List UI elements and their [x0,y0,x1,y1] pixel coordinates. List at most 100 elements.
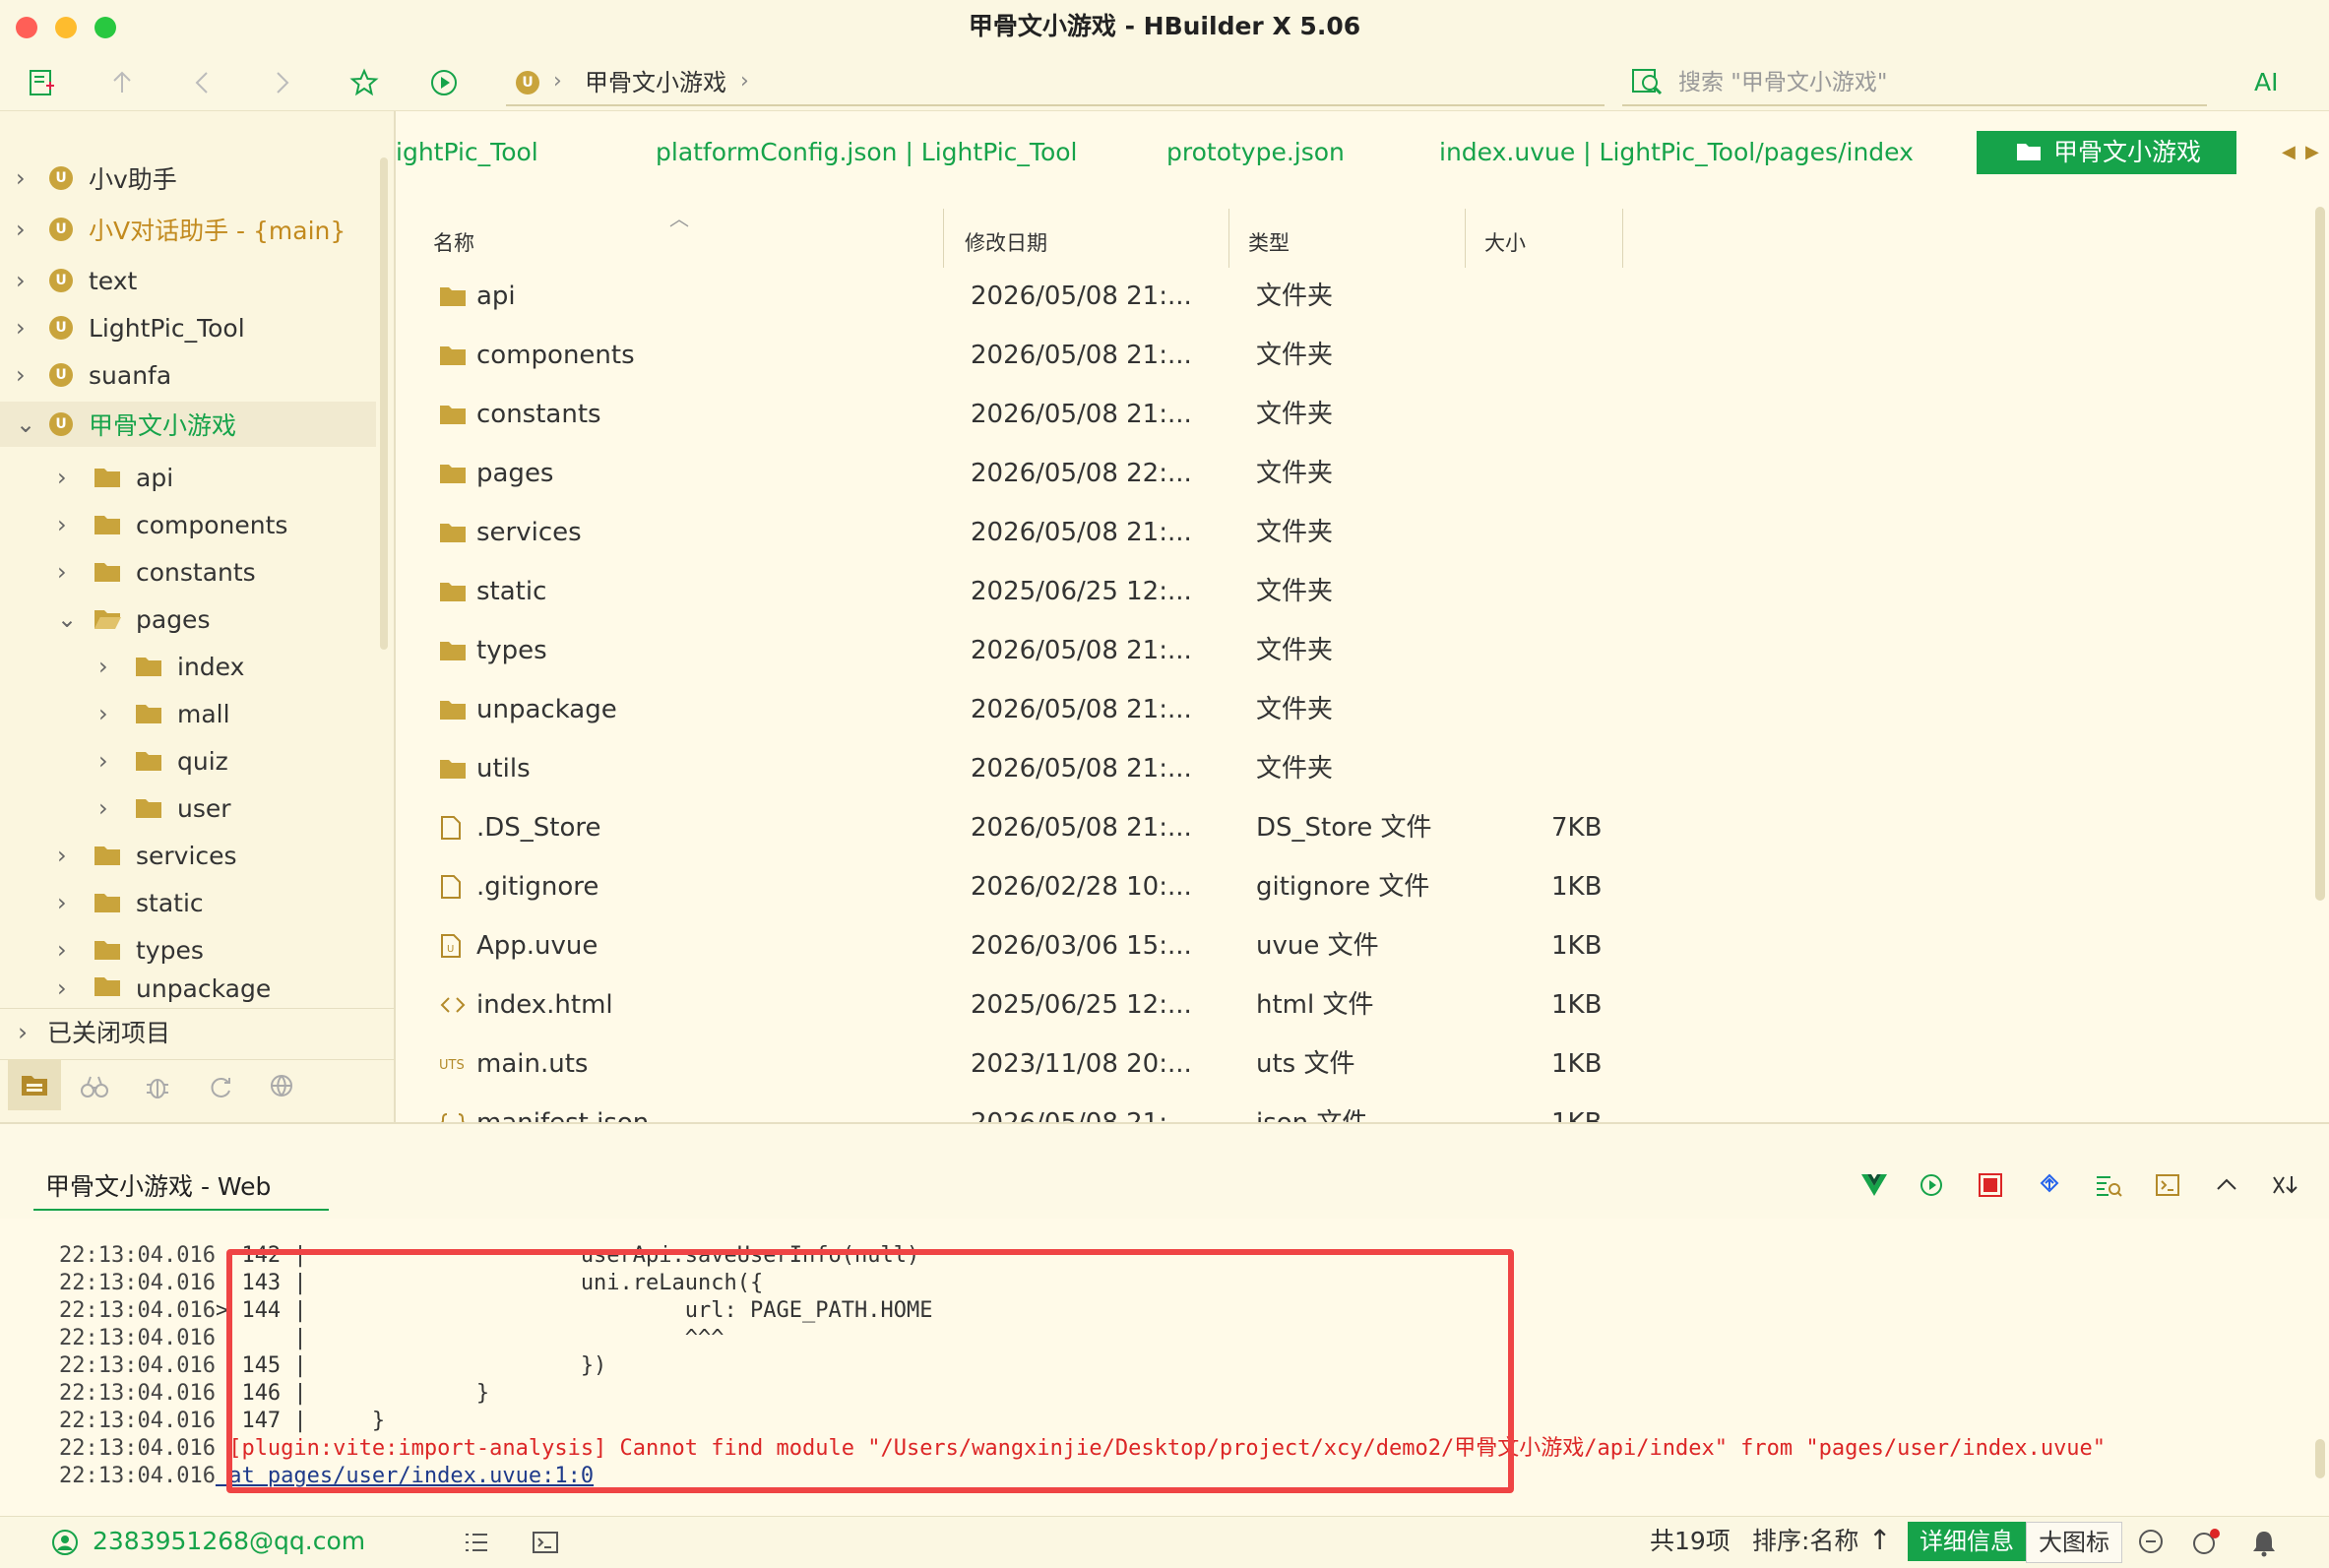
chevron-right-icon[interactable]: › [57,464,81,491]
chevron-right-icon[interactable]: › [98,747,122,775]
chevron-right-icon[interactable]: › [16,216,39,243]
sidebar-project-item[interactable]: › U LightPic_Tool [0,305,376,350]
git-sync-icon[interactable] [201,1067,240,1106]
sidebar-folder-item[interactable]: › components [0,502,376,547]
sidebar-project-item[interactable]: › Usuanfa [0,352,376,398]
new-file-icon[interactable] [22,63,61,102]
column-size-header[interactable]: 大小 [1484,219,1526,268]
sort-selector[interactable]: 排序:名称 [1752,1524,1858,1559]
sidebar-folder-item[interactable]: › constants [0,549,376,595]
project-manager-tab-icon[interactable] [8,1059,61,1110]
chevron-right-icon[interactable]: › [98,700,122,727]
chevron-right-icon[interactable]: › [98,653,122,680]
sidebar-folder-item[interactable]: ⌄ pages [0,596,376,642]
column-separator[interactable] [1465,209,1466,268]
chevron-right-icon[interactable]: › [16,267,39,294]
chat-icon[interactable] [2136,1528,2166,1561]
file-row[interactable]: types 2026/05/08 21:... 文件夹 [433,621,1644,680]
chevron-right-icon[interactable]: › [16,314,39,342]
sidebar-project-item[interactable]: ⌄ U 甲骨文小游戏 [0,402,376,447]
file-row[interactable]: U App.uvue 2026/03/06 15:... uvue 文件 1KB [433,916,1644,975]
editor-tab[interactable]: index.uvue | LightPic_Tool/pages/index [1439,131,1914,174]
tab-scroll-left-icon[interactable]: ◀ [2282,142,2296,162]
file-row[interactable]: UTS main.uts 2023/11/08 20:... uts 文件 1KB [433,1035,1644,1094]
chevron-right-icon[interactable]: › [57,558,81,586]
binoculars-icon[interactable] [75,1067,114,1106]
file-row[interactable]: .gitignore 2026/02/28 10:... gitignore 文件 1… [433,857,1644,916]
file-row[interactable]: index.html 2025/06/25 12:... html 文件 1KB [433,975,1644,1035]
column-type-header[interactable]: 类型 [1248,219,1290,268]
star-icon[interactable] [345,63,384,102]
chevron-right-icon[interactable]: › [16,361,39,389]
run-icon[interactable] [424,63,464,102]
list-icon[interactable] [463,1530,490,1559]
terminal-icon[interactable] [2150,1167,2185,1203]
up-arrow-icon[interactable] [102,63,142,102]
chevron-right-icon[interactable]: › [57,974,81,1002]
file-row[interactable]: unpackage 2026/05/08 21:... 文件夹 [433,680,1644,739]
console-tab[interactable]: 甲骨文小游戏 - Web [45,1167,271,1203]
debug-bug-icon[interactable] [138,1067,177,1106]
detail-view-button[interactable]: 详细信息 [1908,1522,2026,1561]
chevron-right-icon[interactable]: › [57,842,81,869]
forward-icon[interactable] [262,63,301,102]
notification-message-icon[interactable] [2191,1528,2221,1561]
sort-arrow-up-icon[interactable]: ↑ [1868,1524,1891,1556]
editor-tab[interactable]: platformConfig.json | LightPic_Tool [656,131,1077,174]
column-name-header[interactable]: 名称 [433,219,474,268]
filter-log-icon[interactable] [2091,1167,2126,1203]
file-row[interactable]: manifest.json 2026/05/08 21:... json 文件 1KB [433,1094,1644,1122]
terminal-icon[interactable] [532,1530,559,1559]
column-separator[interactable] [1622,209,1623,268]
column-separator[interactable] [1228,209,1229,268]
large-icon-view-button[interactable]: 大图标 [2026,1522,2122,1563]
editor-tab[interactable]: 甲骨文小游戏 [1977,131,2237,174]
sidebar-project-item[interactable]: › U 小V对话助手 - {main} [0,207,376,252]
file-row[interactable]: static 2025/06/25 12:... 文件夹 [433,562,1644,621]
breadcrumb-project[interactable]: 甲骨文小游戏 [585,65,726,100]
sidebar-folder-item[interactable]: › user [0,785,376,831]
closed-projects-row[interactable]: › 已关闭项目 [0,1008,394,1054]
sidebar-folder-item[interactable]: › api [0,455,376,500]
file-row[interactable]: constants 2026/05/08 21:... 文件夹 [433,385,1644,444]
file-row[interactable]: utils 2026/05/08 21:... 文件夹 [433,739,1644,798]
sidebar-scrollbar[interactable] [380,157,388,650]
ai-button[interactable]: AI [2254,63,2278,102]
chevron-right-icon[interactable]: › [57,889,81,916]
chevron-right-icon[interactable]: › [57,511,81,538]
vue-devtools-icon[interactable] [1857,1167,1892,1203]
account-email[interactable]: 2383951268@qq.com [93,1524,365,1559]
file-row[interactable]: .DS_Store 2026/05/08 21:... DS_Store 文件 7KB [433,798,1644,857]
sidebar-folder-item[interactable]: › quiz [0,738,376,784]
chevron-right-icon[interactable]: › [16,164,39,192]
collapse-panel-icon[interactable] [2209,1167,2244,1203]
sidebar-project-item[interactable]: › U 小v助手 [0,156,376,201]
column-separator[interactable] [943,209,944,268]
cloud-globe-icon[interactable] [264,1067,303,1106]
sidebar-project-item[interactable]: › Utext [0,258,376,303]
sidebar-folder-item[interactable]: › types [0,927,376,972]
chevron-right-icon[interactable]: › [98,794,122,822]
clear-console-icon[interactable] [2268,1167,2303,1203]
sidebar-folder-item[interactable]: › index [0,644,376,689]
sidebar-folder-item[interactable]: › services [0,833,376,878]
console-scrollbar[interactable] [2315,1439,2325,1478]
editor-tab[interactable]: ightPic_Tool [396,131,538,174]
chevron-down-icon[interactable]: ⌄ [16,410,39,438]
sidebar-folder-item[interactable]: › static [0,880,376,925]
column-date-header[interactable]: 修改日期 [965,219,1047,268]
restart-icon[interactable] [1914,1167,1949,1203]
bell-icon[interactable] [2250,1528,2278,1561]
stop-icon[interactable] [1973,1167,2008,1203]
tab-scroll-right-icon[interactable]: ▶ [2305,142,2319,162]
editor-tab[interactable]: prototype.json [1166,131,1345,174]
file-list-scrollbar[interactable] [2315,207,2325,901]
chevron-down-icon[interactable]: ⌄ [57,605,81,633]
upload-icon[interactable] [2032,1167,2067,1203]
sidebar-folder-item[interactable]: › mall [0,691,376,736]
file-row[interactable]: components 2026/05/08 21:... 文件夹 [433,326,1644,385]
sidebar-folder-item[interactable]: › unpackage [0,974,376,1008]
back-icon[interactable] [183,63,222,102]
file-row[interactable]: services 2026/05/08 21:... 文件夹 [433,503,1644,562]
chevron-right-icon[interactable]: › [57,936,81,964]
